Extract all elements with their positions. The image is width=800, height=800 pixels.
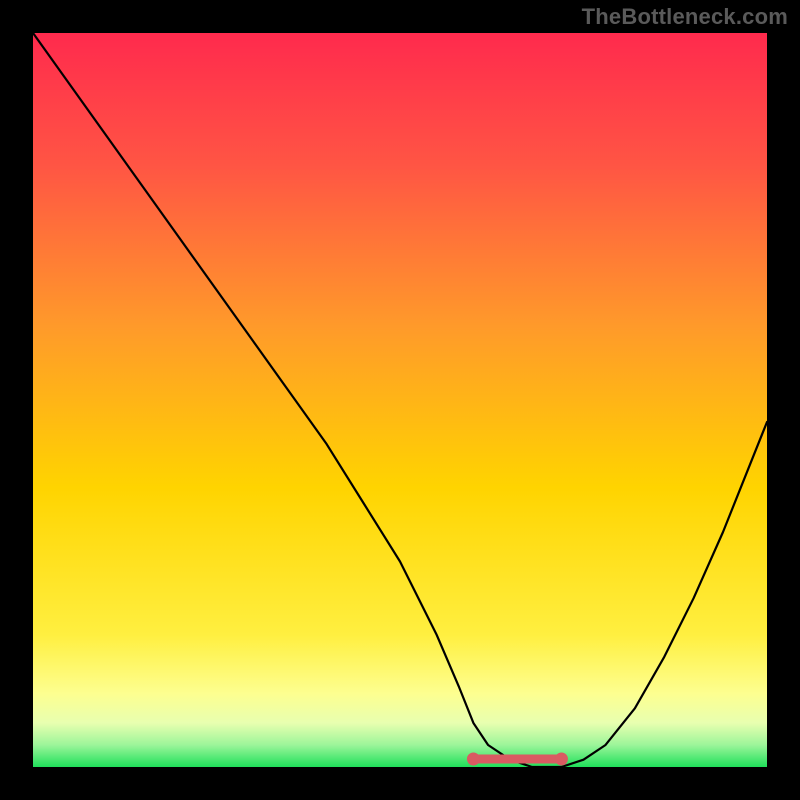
bottleneck-chart xyxy=(33,33,767,767)
chart-frame: TheBottleneck.com xyxy=(0,0,800,800)
gradient-background xyxy=(33,33,767,767)
watermark-text: TheBottleneck.com xyxy=(582,4,788,30)
